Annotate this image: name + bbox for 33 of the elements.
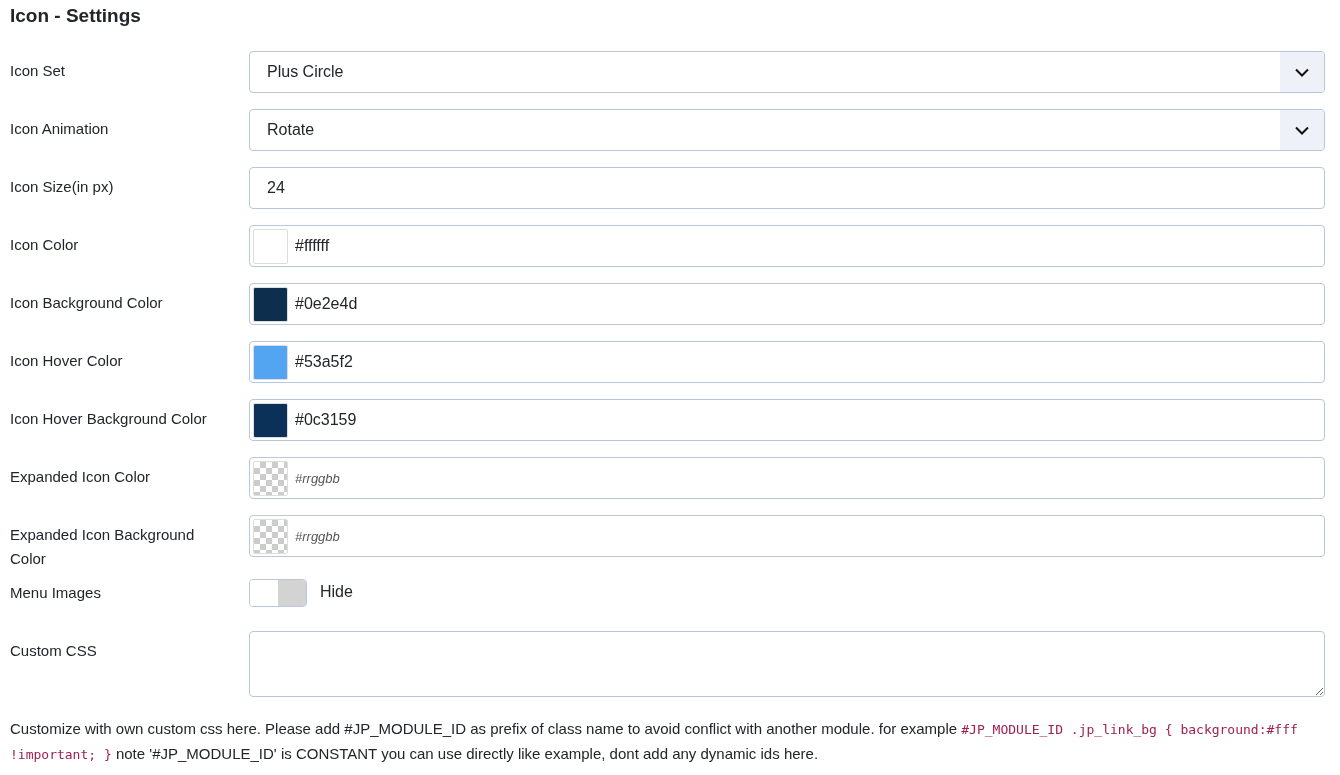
color-field[interactable]: #0e2e4d	[249, 283, 1325, 325]
section-title: Icon - Settings	[10, 4, 142, 28]
select-field[interactable]: Plus Circle	[249, 51, 1325, 93]
field-label: Icon Color	[10, 235, 80, 255]
field-label: Icon Hover Color	[10, 351, 124, 371]
chevron-down-icon	[1295, 67, 1309, 77]
color-field[interactable]: #0c3159	[249, 399, 1325, 441]
color-field[interactable]: #53a5f2	[249, 341, 1325, 383]
select-field[interactable]: Rotate	[249, 109, 1325, 151]
color-field[interactable]: #rrggbb	[249, 515, 1325, 557]
field-label: Icon Set	[10, 61, 67, 81]
color-swatch[interactable]	[253, 286, 288, 322]
field-label: Icon Size(in px)	[10, 177, 115, 197]
help-text: Customize with own custom css here. Please add #JP_MODULE_ID as prefix of class name to avoid conflict with another module. for example #JP_MODULE_ID .jp_link_bg { background:#fff !important; } note '#JP_MODULE_ID' is CONSTANT you can use directly like example, dont add any dynamic ids here.	[10, 719, 1299, 764]
color-swatch[interactable]	[253, 344, 288, 380]
field-label: Icon Hover Background Color	[10, 409, 208, 429]
field-label: Icon Animation	[10, 119, 110, 139]
field-label: Menu Images	[10, 583, 102, 603]
toggle-label: Hide	[320, 582, 353, 602]
field-label: Icon Background Color	[10, 293, 164, 313]
field-label: Custom CSS	[10, 641, 98, 661]
color-field[interactable]: #ffffff	[249, 225, 1325, 267]
css-text-area[interactable]	[249, 631, 1325, 697]
toggle-switch[interactable]	[249, 579, 307, 607]
chevron-down-icon	[1295, 125, 1309, 135]
field-label: Expanded Icon Color	[10, 467, 152, 487]
color-swatch[interactable]	[253, 460, 288, 496]
input-field[interactable]: 24	[249, 167, 1325, 209]
color-field[interactable]: #rrggbb	[249, 457, 1325, 499]
color-swatch[interactable]	[253, 518, 288, 554]
field-label: Expanded Icon Background Color	[10, 525, 196, 569]
color-swatch[interactable]	[253, 402, 288, 438]
color-swatch[interactable]	[253, 228, 288, 264]
